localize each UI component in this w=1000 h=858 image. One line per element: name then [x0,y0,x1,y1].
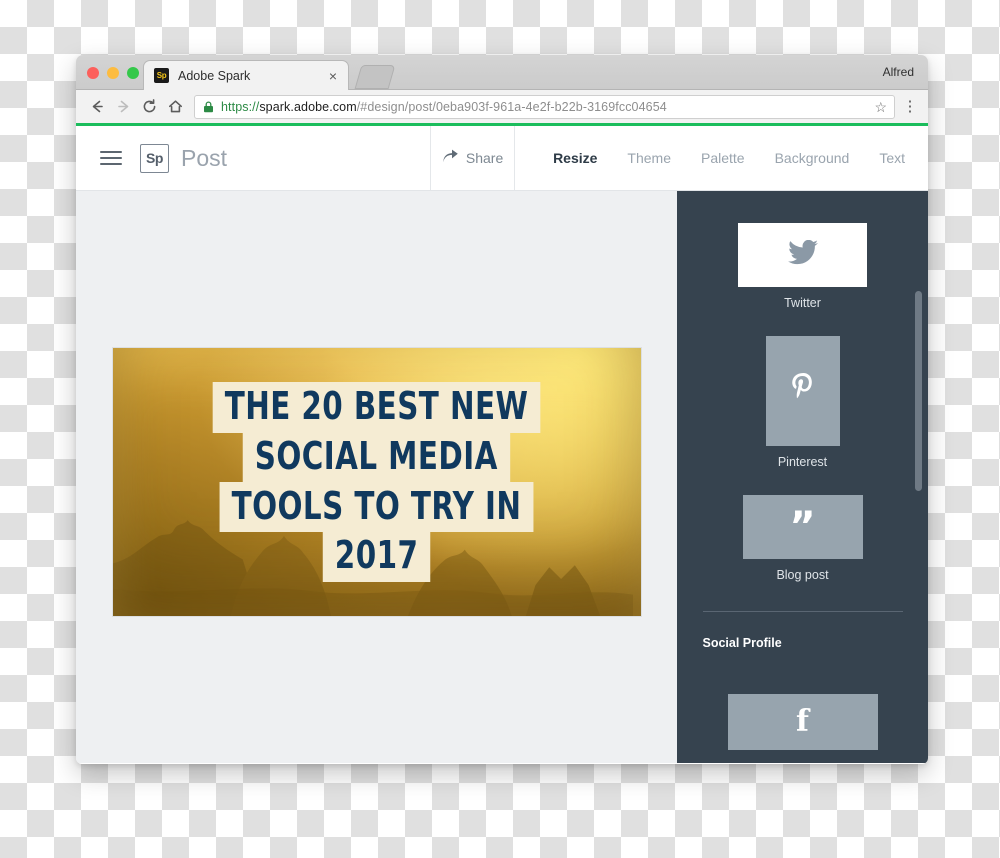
hamburger-menu-icon[interactable] [100,151,122,165]
kebab-menu-icon[interactable]: ⋮ [900,99,920,114]
tab-title: Adobe Spark [178,68,251,83]
arrow-left-icon[interactable] [84,94,110,120]
blogpost-card-label: Blog post [776,568,829,582]
new-tab-button[interactable] [354,65,396,89]
app-body: THE 20 BEST NEW SOCIAL MEDIA TOOLS TO TR… [76,191,928,763]
home-icon[interactable] [162,94,188,120]
design-tabs: Resize Theme Palette Background Text [515,126,928,190]
star-icon[interactable]: ☆ [874,100,887,114]
twitter-card[interactable] [738,223,867,287]
share-button[interactable]: Share [430,126,516,190]
facebook-card[interactable]: f [727,694,878,750]
quotation-mark-icon: ” [789,504,816,550]
browser-toolbar: https://spark.adobe.com/#design/post/0eb… [76,90,928,126]
tab-theme[interactable]: Theme [627,150,671,166]
blogpost-card[interactable]: ” [742,495,863,559]
poster-line-2: SOCIAL MEDIA [242,431,511,483]
poster-line-3: TOOLS TO TRY IN [219,481,534,533]
app-toolbar: Sp Post Share Resize Theme Palette Backg… [76,126,928,191]
resize-option-pinterest[interactable]: Pinterest [765,336,840,495]
browser-tabstrip: Sp Adobe Spark × Alfred [76,55,928,90]
browser-tab[interactable]: Sp Adobe Spark × [143,60,349,90]
pinterest-p-icon [790,372,816,410]
minimize-window-button[interactable] [107,67,119,79]
poster-preview[interactable]: THE 20 BEST NEW SOCIAL MEDIA TOOLS TO TR… [111,347,642,617]
tab-resize[interactable]: Resize [553,150,597,166]
maximize-window-button[interactable] [127,67,139,79]
page-title: Post [181,144,228,171]
adobe-spark-favicon: Sp [154,68,169,83]
profile-name[interactable]: Alfred [883,65,914,79]
panel-divider [702,611,903,612]
share-arrow-icon [442,149,459,167]
poster-text: THE 20 BEST NEW SOCIAL MEDIA TOOLS TO TR… [113,348,641,616]
share-label: Share [465,150,504,166]
close-icon[interactable]: × [326,69,340,83]
padlock-icon [203,100,214,113]
url-host: spark.adobe.com [259,99,357,114]
poster-line-1: THE 20 BEST NEW [212,382,541,433]
resize-option-facebook[interactable]: f [727,694,878,750]
url-input[interactable]: https://spark.adobe.com/#design/post/0eb… [194,94,895,119]
tab-text[interactable]: Text [879,150,905,166]
url-scheme: https:// [221,99,260,114]
tab-background[interactable]: Background [775,150,850,166]
reload-icon[interactable] [136,94,162,120]
spark-logo[interactable]: Sp [140,143,169,173]
app-toolbar-left: Sp Post [76,126,227,190]
panel-scrollbar[interactable] [915,291,922,491]
resize-panel: Twitter Pinterest ” Blog post Social Pro… [677,191,928,763]
panel-scrollbar-thumb[interactable] [915,291,922,491]
close-window-button[interactable] [87,67,99,79]
resize-option-twitter[interactable]: Twitter [738,223,867,336]
browser-window: Sp Adobe Spark × Alfred https://spark.ad… [76,55,928,764]
window-traffic-lights [87,67,139,79]
social-profile-heading: Social Profile [702,636,782,650]
panel-content: Twitter Pinterest ” Blog post Social Pro… [677,223,928,750]
facebook-f-icon: f [796,704,809,739]
arrow-right-icon [110,94,136,120]
design-canvas[interactable]: THE 20 BEST NEW SOCIAL MEDIA TOOLS TO TR… [76,191,677,763]
pinterest-card-label: Pinterest [777,455,828,469]
url-text: https://spark.adobe.com/#design/post/0eb… [221,100,667,114]
twitter-bird-icon [787,239,818,270]
pinterest-card[interactable] [765,336,840,446]
resize-option-blogpost[interactable]: ” Blog post [742,495,863,608]
poster-line-4: 2017 [322,531,431,582]
tab-palette[interactable]: Palette [701,150,745,166]
twitter-card-label: Twitter [784,296,821,310]
url-path: /#design/post/0eba903f-961a-4e2f-b22b-31… [356,99,667,114]
